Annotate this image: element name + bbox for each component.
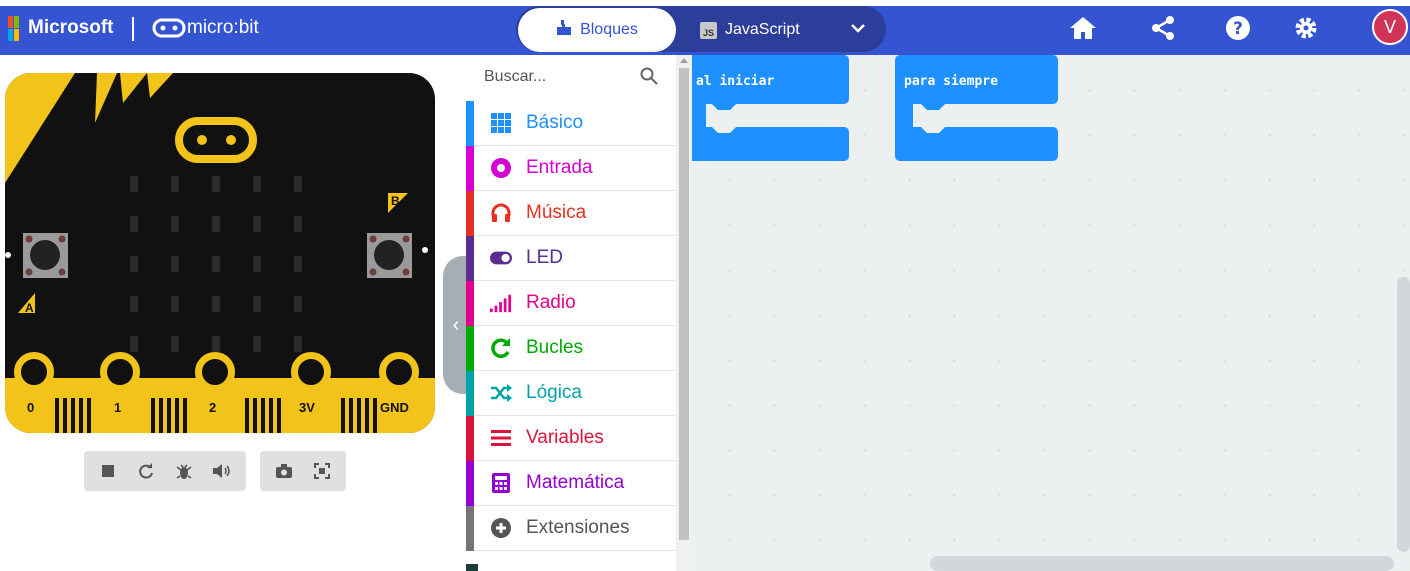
screenshot-icon[interactable] xyxy=(265,451,303,491)
workspace-vertical-scrollbar[interactable] xyxy=(1397,277,1410,552)
home-icon[interactable] xyxy=(1066,11,1100,45)
stop-icon[interactable] xyxy=(89,451,127,491)
input-icon xyxy=(490,157,512,179)
block-para-siempre[interactable]: para siempre xyxy=(895,55,1060,161)
category-extensiones[interactable]: Extensiones xyxy=(466,505,676,551)
debug-icon[interactable] xyxy=(165,451,203,491)
category-label: Lógica xyxy=(526,382,582,403)
category-label: Bucles xyxy=(526,337,584,358)
search-icon[interactable] xyxy=(640,67,658,90)
toggle-icon xyxy=(490,247,512,269)
chevron-left-icon: ‹ xyxy=(452,313,460,336)
button-a-label: A xyxy=(25,301,34,315)
category-musica[interactable]: Música xyxy=(466,190,676,236)
category-color-bar xyxy=(466,235,474,281)
category-label: LED xyxy=(526,247,563,268)
headphones-icon xyxy=(490,202,512,224)
pin-0-hole[interactable] xyxy=(14,352,54,392)
scroll-up-arrow-icon[interactable] xyxy=(680,58,688,63)
category-label: Entrada xyxy=(526,157,593,178)
category-label: Música xyxy=(526,202,587,223)
category-color-bar xyxy=(466,145,474,191)
shuffle-icon xyxy=(490,382,512,404)
tab-bloques-label: Bloques xyxy=(580,21,638,38)
block-label: para siempre xyxy=(904,74,998,89)
toolbox-scrollbar-thumb[interactable] xyxy=(679,68,689,540)
pin-gnd-hole[interactable] xyxy=(379,352,419,392)
tab-bloques[interactable]: Bloques xyxy=(518,8,676,52)
lines-icon xyxy=(490,427,512,449)
svg-text:?: ? xyxy=(1233,19,1243,39)
javascript-icon: JS xyxy=(700,21,717,39)
category-label: Radio xyxy=(526,292,576,313)
chevron-down-icon[interactable] xyxy=(846,17,870,39)
blocks-icon xyxy=(556,19,572,41)
category-label: Básico xyxy=(526,112,584,133)
category-color-bar xyxy=(466,100,474,146)
category-color-bar xyxy=(466,564,478,571)
microsoft-brand[interactable]: Microsoft xyxy=(28,17,114,39)
category-color-bar xyxy=(466,370,474,416)
category-led[interactable]: LED xyxy=(466,235,676,281)
loop-icon xyxy=(490,337,512,359)
calculator-icon xyxy=(490,472,512,494)
category-label: Matemática xyxy=(526,472,625,493)
help-icon[interactable]: ? xyxy=(1221,11,1255,45)
pin-2-hole[interactable] xyxy=(195,352,235,392)
workspace-horizontal-scrollbar[interactable] xyxy=(930,556,1394,571)
pin-1-hole[interactable] xyxy=(100,352,140,392)
sim-controls-group xyxy=(84,451,246,491)
sim-capture-group xyxy=(260,451,346,491)
category-radio[interactable]: Radio xyxy=(466,280,676,326)
avatar[interactable]: V xyxy=(1372,9,1408,45)
button-b-label: B xyxy=(391,194,400,208)
category-label: Extensiones xyxy=(526,517,630,538)
microsoft-logo-icon xyxy=(8,16,20,42)
category-color-bar xyxy=(466,325,474,371)
category-bucles[interactable]: Bucles xyxy=(466,325,676,371)
category-matematica[interactable]: Matemática xyxy=(466,460,676,506)
share-icon[interactable] xyxy=(1146,11,1180,45)
toolbox-search xyxy=(466,55,676,101)
tab-javascript[interactable]: JS JavaScript xyxy=(690,8,830,52)
microbit-brand[interactable]: micro:bit xyxy=(187,17,259,39)
fullscreen-icon[interactable] xyxy=(303,451,341,491)
category-color-bar xyxy=(466,505,474,551)
block-label: al iniciar xyxy=(696,74,775,89)
pin-label-1: 1 xyxy=(114,400,122,415)
microbit-logo-icon xyxy=(152,17,186,39)
tab-javascript-label: JavaScript xyxy=(725,21,800,38)
search-input[interactable] xyxy=(484,68,634,86)
category-color-bar xyxy=(466,190,474,236)
restart-icon[interactable] xyxy=(127,451,165,491)
category-color-bar xyxy=(466,460,474,506)
microbit-board[interactable]: A B 0 1 2 3V GND xyxy=(5,73,435,433)
simulator-toolbar xyxy=(84,451,346,491)
pin-label-gnd: GND xyxy=(380,400,409,415)
pin-label-0: 0 xyxy=(27,400,35,415)
category-color-bar xyxy=(466,415,474,461)
category-entrada[interactable]: Entrada xyxy=(466,145,676,191)
signal-icon xyxy=(490,292,512,314)
category-color-bar xyxy=(466,280,474,326)
block-al-iniciar[interactable]: al iniciar xyxy=(692,55,852,161)
plus-circle-icon xyxy=(490,517,512,539)
category-variables[interactable]: Variables xyxy=(466,415,676,461)
category-basico[interactable]: Básico xyxy=(466,100,676,146)
grid-icon xyxy=(490,112,512,134)
category-label: Variables xyxy=(526,427,604,448)
pin-label-2: 2 xyxy=(209,400,217,415)
settings-icon[interactable] xyxy=(1289,11,1323,45)
pin-label-3v: 3V xyxy=(299,400,315,415)
category-logica[interactable]: Lógica xyxy=(466,370,676,416)
pin-3v-hole[interactable] xyxy=(291,352,331,392)
brand-divider xyxy=(132,17,134,41)
mute-icon[interactable] xyxy=(203,451,241,491)
